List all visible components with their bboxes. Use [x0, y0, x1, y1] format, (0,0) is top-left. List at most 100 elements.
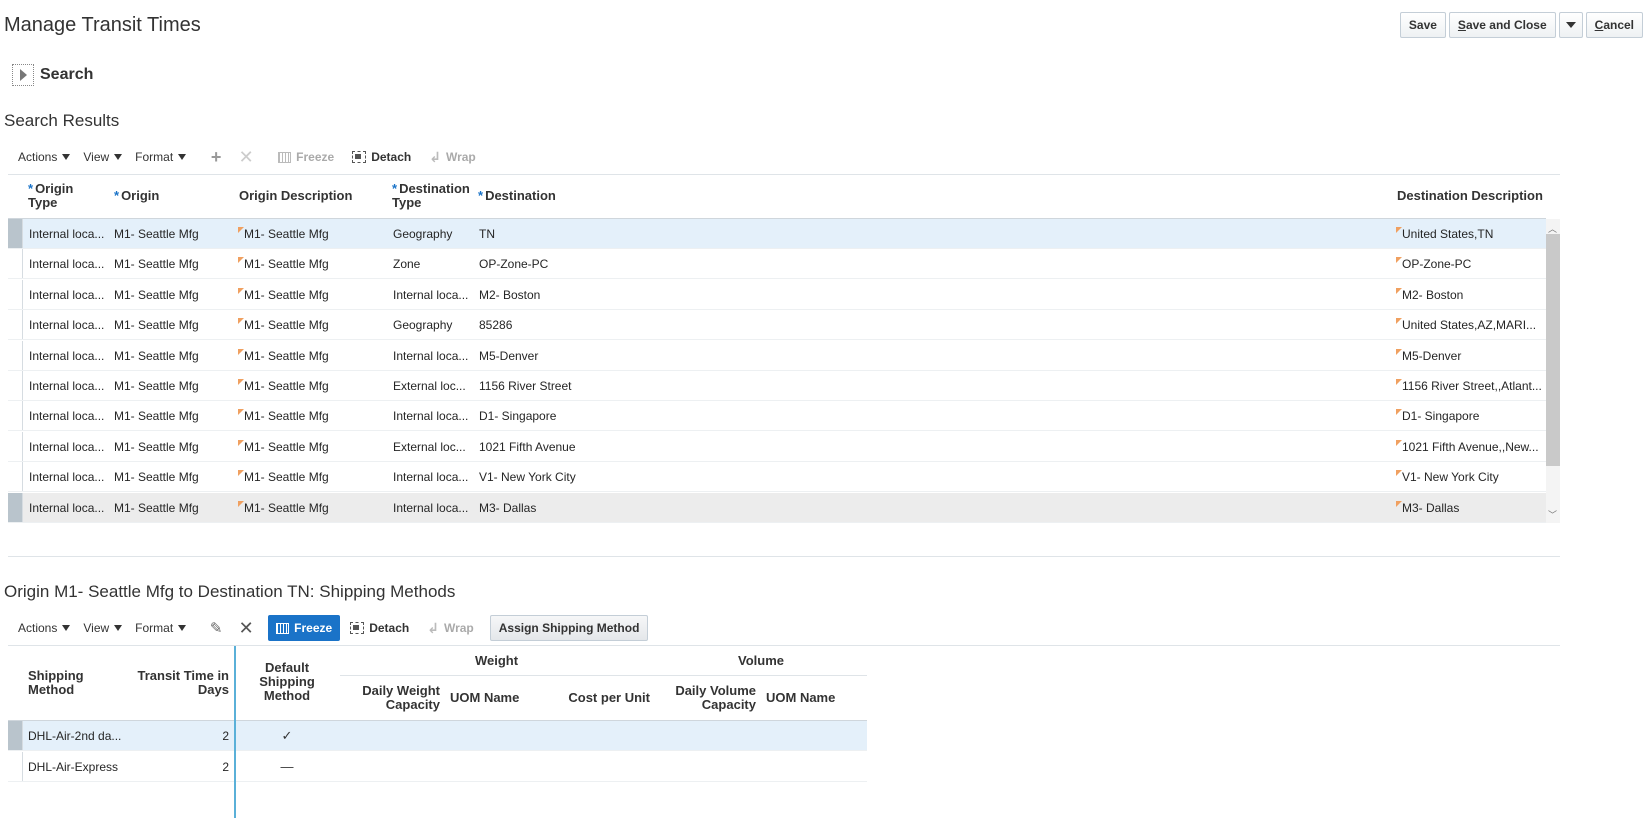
- column-header-shipping-method[interactable]: Shipping Method: [28, 669, 84, 697]
- column-header-daily-weight-capacity[interactable]: Daily Weight Capacity: [345, 684, 440, 712]
- table-row[interactable]: Internal loca... M1- Seattle Mfg M1- Seatt…: [8, 310, 1546, 341]
- row-selector[interactable]: [8, 371, 23, 400]
- shipping-wrap-button[interactable]: ↲ Wrap: [427, 620, 474, 637]
- shipping-detach-button[interactable]: Detach: [350, 621, 409, 635]
- row-selector[interactable]: [8, 340, 23, 370]
- delete-icon[interactable]: ✕: [234, 616, 258, 640]
- shipping-actions-menu[interactable]: Actions: [18, 621, 71, 635]
- cell-destination[interactable]: V1- New York City: [479, 470, 779, 484]
- table-row[interactable]: Internal loca... M1- Seattle Mfg M1- Seatt…: [8, 371, 1546, 401]
- shipping-format-menu[interactable]: Format: [135, 621, 187, 635]
- shipping-freeze-button[interactable]: Freeze: [268, 615, 341, 641]
- cell-origin-description[interactable]: M1- Seattle Mfg: [238, 470, 388, 484]
- scroll-down-icon[interactable]: ﹀: [1548, 508, 1557, 521]
- results-format-menu[interactable]: Format: [135, 150, 187, 164]
- column-header-transit-time[interactable]: Transit Time in Days: [130, 669, 229, 697]
- expand-icon[interactable]: [12, 64, 34, 86]
- cell-shipping-method[interactable]: DHL-Air-2nd da...: [28, 729, 124, 743]
- cell-destination-type[interactable]: Internal loca...: [393, 470, 475, 484]
- cell-origin[interactable]: M1- Seattle Mfg: [114, 379, 234, 393]
- cell-destination-type[interactable]: Zone: [393, 257, 475, 271]
- column-header-weight-uom[interactable]: UOM Name: [450, 691, 519, 705]
- assign-shipping-method-button[interactable]: Assign Shipping Method: [489, 615, 649, 641]
- default-check-icon[interactable]: —: [240, 759, 334, 774]
- cell-origin[interactable]: M1- Seattle Mfg: [114, 349, 234, 363]
- cell-destination[interactable]: 1156 River Street: [479, 379, 779, 393]
- cell-destination-type[interactable]: Internal loca...: [393, 501, 475, 515]
- add-icon[interactable]: +: [204, 145, 228, 169]
- cell-origin[interactable]: M1- Seattle Mfg: [114, 257, 234, 271]
- save-and-close-button[interactable]: Save and Close: [1448, 12, 1556, 38]
- row-selector[interactable]: [8, 721, 23, 750]
- cell-destination-type[interactable]: External loc...: [393, 379, 475, 393]
- cell-destination-description[interactable]: M3- Dallas: [1396, 500, 1542, 515]
- table-row[interactable]: Internal loca... M1- Seattle Mfg M1- Seatt…: [8, 219, 1546, 249]
- row-selector[interactable]: [8, 431, 23, 461]
- cell-destination[interactable]: 1021 Fifth Avenue: [479, 440, 779, 454]
- cell-origin-description[interactable]: M1- Seattle Mfg: [238, 500, 388, 515]
- table-row[interactable]: Internal loca... M1- Seattle Mfg M1- Seatt…: [8, 431, 1546, 462]
- cell-destination-description[interactable]: D1- Singapore: [1396, 409, 1542, 423]
- cell-origin-type[interactable]: Internal loca...: [29, 409, 111, 423]
- save-options-dropdown-button[interactable]: [1558, 12, 1583, 38]
- cell-destination-description[interactable]: M5-Denver: [1396, 348, 1542, 363]
- cell-origin[interactable]: M1- Seattle Mfg: [114, 227, 234, 241]
- row-selector[interactable]: [8, 401, 23, 431]
- row-selector[interactable]: [8, 462, 23, 492]
- cell-destination[interactable]: D1- Singapore: [479, 409, 779, 423]
- column-header-destination-description[interactable]: Destination Description: [1397, 189, 1543, 203]
- cell-origin-type[interactable]: Internal loca...: [29, 349, 111, 363]
- cell-destination[interactable]: M3- Dallas: [479, 501, 779, 515]
- cell-destination[interactable]: OP-Zone-PC: [479, 257, 779, 271]
- save-button[interactable]: Save: [1399, 12, 1446, 38]
- cell-origin[interactable]: M1- Seattle Mfg: [114, 409, 234, 423]
- cell-origin-type[interactable]: Internal loca...: [29, 501, 111, 515]
- column-header-daily-volume-capacity[interactable]: Daily Volume Capacity: [660, 684, 756, 712]
- cell-destination-description[interactable]: 1021 Fifth Avenue,,New...: [1396, 439, 1542, 454]
- cell-origin[interactable]: M1- Seattle Mfg: [114, 470, 234, 484]
- scroll-up-icon[interactable]: ︿: [1548, 222, 1557, 235]
- row-selector[interactable]: [8, 492, 23, 522]
- cell-transit-time[interactable]: 2: [128, 760, 229, 774]
- table-row[interactable]: Internal loca... M1- Seattle Mfg M1- Seatt…: [8, 492, 1546, 523]
- results-scrollbar-thumb[interactable]: [1546, 234, 1560, 466]
- cell-destination-type[interactable]: External loc...: [393, 440, 475, 454]
- table-row[interactable]: DHL-Air-2nd da... 2 ✓: [8, 721, 867, 751]
- cell-destination-description[interactable]: 1156 River Street,,Atlant...: [1396, 379, 1542, 393]
- cell-origin-type[interactable]: Internal loca...: [29, 257, 111, 271]
- cell-destination-type[interactable]: Internal loca...: [393, 349, 475, 363]
- cell-destination-description[interactable]: OP-Zone-PC: [1396, 257, 1542, 271]
- cell-destination[interactable]: 85286: [479, 318, 779, 332]
- cell-origin-description[interactable]: M1- Seattle Mfg: [238, 318, 388, 332]
- cell-destination-description[interactable]: United States,AZ,MARI...: [1396, 318, 1542, 332]
- results-detach-button[interactable]: Detach: [352, 150, 411, 164]
- cell-origin-description[interactable]: M1- Seattle Mfg: [238, 348, 388, 363]
- cell-destination[interactable]: M5-Denver: [479, 349, 779, 363]
- shipping-view-menu[interactable]: View: [83, 621, 123, 635]
- cell-origin-description[interactable]: M1- Seattle Mfg: [238, 409, 388, 423]
- cell-destination-type[interactable]: Geography: [393, 227, 475, 241]
- cell-origin-type[interactable]: Internal loca...: [29, 470, 111, 484]
- results-view-menu[interactable]: View: [83, 150, 123, 164]
- search-disclosure[interactable]: Search: [12, 64, 93, 86]
- cell-destination-description[interactable]: M2- Boston: [1396, 287, 1542, 302]
- cell-shipping-method[interactable]: DHL-Air-Express: [28, 760, 124, 774]
- column-header-destination-type[interactable]: * Destination Type: [392, 182, 470, 210]
- cell-destination[interactable]: M2- Boston: [479, 288, 779, 302]
- table-row[interactable]: Internal loca... M1- Seattle Mfg M1- Seatt…: [8, 401, 1546, 432]
- cell-destination-description[interactable]: V1- New York City: [1396, 470, 1542, 484]
- cell-origin-type[interactable]: Internal loca...: [29, 288, 111, 302]
- table-row[interactable]: Internal loca... M1- Seattle Mfg M1- Seatt…: [8, 340, 1546, 371]
- table-row[interactable]: DHL-Air-Express 2 —: [8, 752, 867, 782]
- column-header-origin[interactable]: * Origin: [114, 189, 159, 203]
- default-check-icon[interactable]: ✓: [240, 728, 334, 744]
- cell-origin-description[interactable]: M1- Seattle Mfg: [238, 227, 388, 241]
- row-selector[interactable]: [8, 752, 23, 781]
- freeze-divider[interactable]: [234, 646, 236, 818]
- cell-origin-description[interactable]: M1- Seattle Mfg: [238, 257, 388, 271]
- cell-origin[interactable]: M1- Seattle Mfg: [114, 288, 234, 302]
- column-header-volume-uom[interactable]: UOM Name: [766, 691, 835, 705]
- cell-destination-type[interactable]: Geography: [393, 318, 475, 332]
- cell-origin[interactable]: M1- Seattle Mfg: [114, 318, 234, 332]
- edit-icon[interactable]: ✎: [204, 616, 228, 640]
